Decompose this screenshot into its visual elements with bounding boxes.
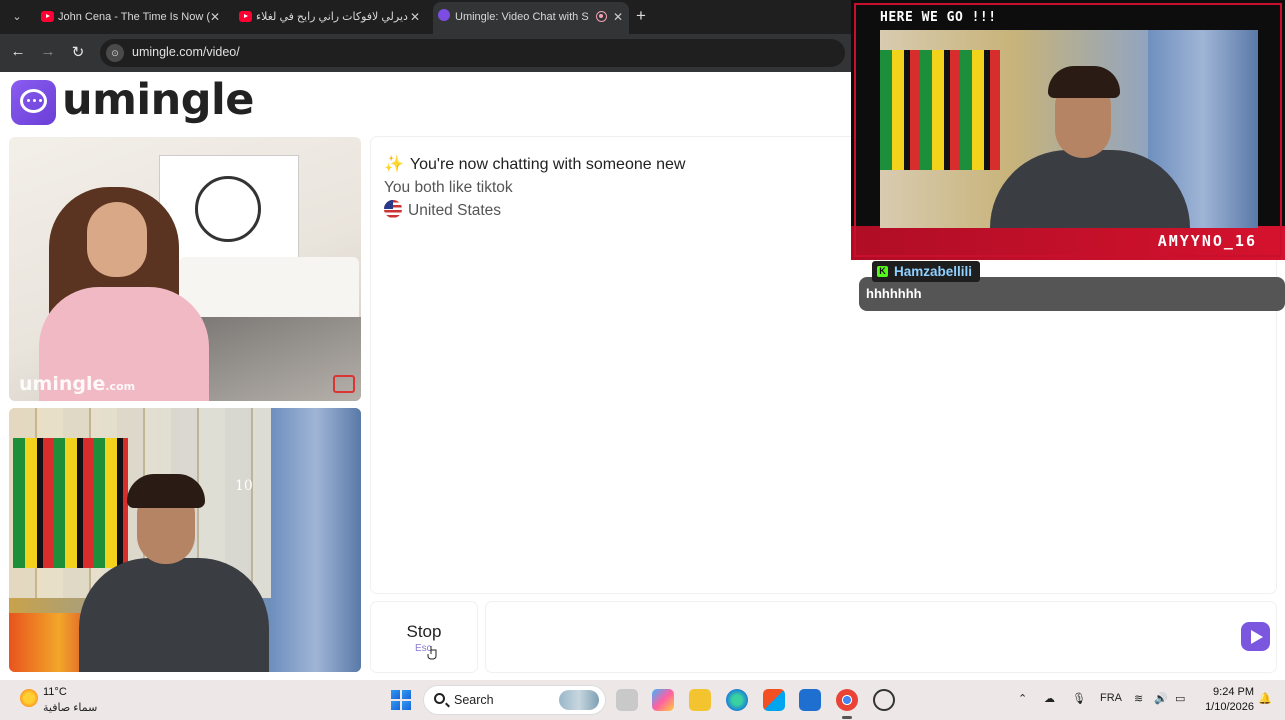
copilot-icon[interactable] (652, 689, 674, 711)
reload-button[interactable]: ↻ (69, 43, 87, 61)
stop-button[interactable]: Stop Esc (371, 602, 477, 672)
browser-toolbar: ← → ↻ ⊙ umingle.com/video/ (0, 34, 851, 72)
cam-scarves (880, 50, 1000, 170)
streamer-name: AMYYNO_16 (1157, 232, 1257, 250)
close-tab-icon[interactable]: ✕ (410, 4, 420, 30)
address-bar[interactable]: ⊙ umingle.com/video/ (100, 39, 845, 67)
hand-cursor-icon (427, 646, 437, 660)
microsoft-store-icon[interactable] (763, 689, 785, 711)
youtube-icon (239, 11, 252, 22)
wifi-icon[interactable]: ≋ (1134, 692, 1143, 705)
close-tab-icon[interactable]: ✕ (210, 4, 220, 30)
message-input[interactable] (486, 602, 1276, 672)
streamer-webcam (880, 30, 1258, 228)
blue-curtain (271, 408, 361, 672)
anime-poster (159, 155, 299, 265)
clock-date[interactable]: 1/10/2026 (1196, 701, 1254, 713)
task-view-icon[interactable] (616, 689, 638, 711)
system-message: ✨ You're now chatting with someone new (384, 156, 686, 173)
onedrive-icon[interactable]: ☁ (1044, 692, 1055, 705)
chat-bubble-icon (11, 80, 56, 125)
browser-tab-strip: ⌄ John Cena - The Time Is Now ( ✕ ديرلي … (0, 0, 851, 34)
stranger-face (87, 202, 147, 277)
back-button[interactable]: ← (9, 43, 27, 60)
send-button[interactable] (1241, 622, 1270, 651)
site-info-icon[interactable]: ⊙ (106, 44, 124, 62)
youtube-icon (41, 11, 54, 22)
windows-start-icon[interactable] (391, 690, 411, 710)
url-text: umingle.com/video/ (132, 45, 240, 59)
kick-logo-icon: K (877, 266, 888, 277)
stream-overlay: HERE WE GO !!! AMYYNO_16 (851, 0, 1285, 260)
self-hoodie (79, 558, 269, 672)
self-hair (127, 474, 205, 508)
kick-chat-username: K Hamzabellili (872, 261, 981, 282)
tab-umingle[interactable]: Umingle: Video Chat with S ✕ (433, 2, 629, 34)
search-icon (434, 693, 445, 704)
chrome-icon[interactable] (836, 689, 858, 719)
search-highlight-art (559, 690, 599, 710)
obs-icon[interactable] (873, 689, 895, 711)
weather-temperature: 11°C (43, 686, 67, 698)
edge-icon[interactable] (726, 689, 748, 711)
jersey-number: 10 (235, 478, 253, 494)
outlook-icon[interactable] (799, 689, 821, 711)
taskbar-search[interactable]: Search (423, 685, 606, 715)
microphone-icon[interactable]: 🎙 (1072, 692, 1086, 705)
notification-bell-icon[interactable]: 🔔 (1258, 692, 1272, 705)
forward-button[interactable]: → (39, 43, 57, 60)
clock-time[interactable]: 9:24 PM (1206, 686, 1254, 698)
logo-text: umingle (62, 75, 254, 125)
umingle-watermark: umingle.com (19, 373, 136, 395)
cam-hair (1048, 66, 1120, 98)
stranger-video: umingle.com (9, 137, 361, 401)
shared-interest: You both like tiktok (384, 179, 513, 196)
kick-chat-message: hhhhhhh (859, 277, 1285, 311)
umingle-favicon-icon (438, 9, 450, 21)
recording-icon (596, 11, 607, 22)
tab-label: ديرلي لافوكات راني رايح في لغلاء (256, 11, 408, 23)
battery-icon[interactable]: ▭ (1175, 692, 1185, 705)
tab-label: John Cena - The Time Is Now ( (58, 11, 211, 23)
self-video: 10 (9, 408, 361, 672)
language-indicator[interactable]: FRA (1100, 692, 1122, 704)
tab-search-icon[interactable]: ⌄ (6, 7, 28, 27)
close-tab-icon[interactable]: ✕ (613, 2, 623, 32)
tray-chevron-icon[interactable]: ⌃ (1018, 692, 1027, 705)
volume-icon[interactable]: 🔊 (1154, 692, 1168, 705)
file-explorer-icon[interactable] (689, 689, 711, 711)
search-label: Search (454, 693, 494, 707)
sparkle-icon: ✨ (384, 156, 404, 173)
windows-taskbar: 11°C سماء صافية Search ⌃ ☁ 🎙 FRA ≋ 🔊 ▭ 9… (0, 680, 1285, 720)
tab-label: Umingle: Video Chat with S (455, 11, 589, 23)
us-flag-icon (384, 200, 402, 218)
sun-icon (20, 689, 38, 707)
weather-description: سماء صافية (43, 702, 98, 714)
new-tab-button[interactable]: + (636, 6, 646, 26)
report-flag-icon[interactable] (333, 375, 355, 393)
overlay-title: HERE WE GO !!! (880, 10, 997, 25)
stop-label: Stop (406, 622, 442, 641)
scarves (13, 438, 128, 568)
stranger-country: United States (384, 200, 501, 220)
tab-john-cena[interactable]: John Cena - The Time Is Now ( ✕ (36, 4, 226, 30)
tab-arabic-song[interactable]: ديرلي لافوكات راني رايح في لغلاء ✕ (234, 4, 426, 30)
